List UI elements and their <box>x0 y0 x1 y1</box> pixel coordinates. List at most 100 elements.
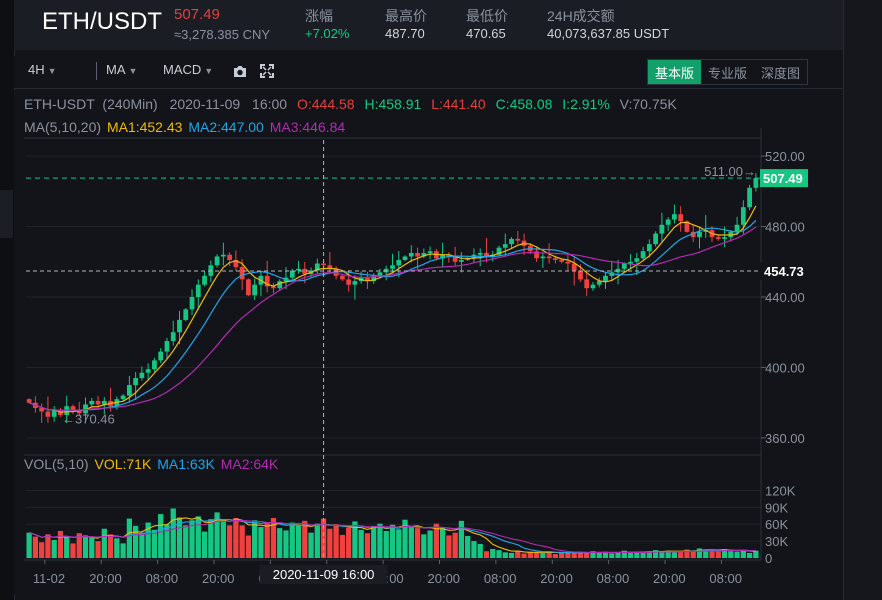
ma-legend-title: MA(5,10,20) <box>24 119 101 135</box>
vol-value: VOL:71K <box>94 456 151 472</box>
candle-body <box>139 372 145 379</box>
chevron-down-icon: ▼ <box>128 66 138 76</box>
volume-bar <box>728 551 734 558</box>
ma2-value: MA2:447.00 <box>188 119 264 135</box>
stat-label: 最低价 <box>466 8 508 24</box>
volume-bar <box>314 523 320 558</box>
volume-bar <box>233 518 239 558</box>
volume-bar <box>746 552 753 558</box>
volume-bar <box>133 525 139 558</box>
volume-bar <box>496 550 502 558</box>
volume-bar <box>508 552 515 558</box>
volume-tick-label: 90K <box>765 500 788 515</box>
chart-area[interactable]: ETH-USDT (240Min) 2020-11-09 16:00 O:444… <box>14 90 843 595</box>
volume-bar <box>659 551 665 558</box>
volume-bar <box>64 537 70 558</box>
volume-bar <box>95 541 101 558</box>
volume-bar <box>533 552 540 558</box>
volume-bar <box>183 525 189 558</box>
volume-bar <box>70 543 76 558</box>
info-date: 2020-11-09 <box>170 96 241 112</box>
volume-bar <box>333 524 339 558</box>
main-indicator-label: MA <box>106 62 126 77</box>
candle-body <box>239 267 245 280</box>
time-tick-label: 20:00 <box>428 571 461 586</box>
volume-bar <box>389 524 396 558</box>
low-annotation: ←370.46 <box>62 411 115 426</box>
vol-legend-title: VOL(5,10) <box>24 456 89 472</box>
volume-bar <box>671 552 678 558</box>
stat-change: 涨幅 +7.02% <box>305 6 349 41</box>
candle-body <box>603 275 608 282</box>
volume-bar <box>164 524 170 558</box>
volume-bar <box>39 542 45 558</box>
candle-body <box>678 214 684 222</box>
volume-bar <box>502 552 508 558</box>
candle-body <box>578 270 583 280</box>
volume-bar <box>101 528 107 558</box>
candle-body <box>352 281 358 285</box>
candle-body <box>246 279 251 296</box>
tab-basic[interactable]: 基本版 <box>648 60 702 84</box>
time-tick-label: 20:00 <box>202 571 235 586</box>
volume-bar <box>740 550 746 558</box>
time-tick-label: 08:00 <box>146 571 179 586</box>
volume-bar <box>471 541 477 558</box>
candle-body <box>734 224 740 232</box>
volume-bar <box>559 552 565 558</box>
chart-toolbar: 4H ▼ MA ▼ MACD ▼ 基本版 专业版 深度图 <box>14 56 843 89</box>
chart-mode-tabs: 基本版 专业版 深度图 <box>647 59 809 85</box>
volume-bar <box>170 508 176 558</box>
candle-body <box>559 260 565 262</box>
volume-tick-label: 60K <box>765 517 788 532</box>
left-panel-handle[interactable] <box>0 190 13 238</box>
candle-body <box>195 284 201 297</box>
volume-bar <box>734 551 740 558</box>
candle-body <box>252 284 258 296</box>
candle-body <box>26 399 32 403</box>
right-panel-strip <box>843 0 882 600</box>
candle-body <box>502 244 508 248</box>
volume-bar <box>302 520 308 558</box>
pair-symbol[interactable]: ETH/USDT <box>42 8 162 36</box>
volume-bar <box>427 530 433 558</box>
volume-bar <box>371 525 377 558</box>
tab-depth[interactable]: 深度图 <box>754 60 807 84</box>
info-open: O:444.58 <box>297 96 355 112</box>
candle-body <box>145 369 151 373</box>
volume-bar <box>89 537 95 558</box>
time-tick-label: 08:00 <box>709 571 742 586</box>
volume-bar <box>126 518 133 558</box>
time-tick-label: 20:00 <box>89 571 122 586</box>
volume-bar <box>615 552 621 558</box>
interval-select[interactable]: 4H ▼ <box>28 62 57 77</box>
volume-bar <box>465 536 471 558</box>
volume-bar <box>239 525 245 558</box>
chevron-down-icon: ▼ <box>47 66 57 76</box>
crosshair-time-label: 2020-11-09 16:00 <box>273 567 375 582</box>
price-tick-label: 520.00 <box>765 149 805 164</box>
stat-label: 涨幅 <box>305 8 333 24</box>
sub-indicator-select[interactable]: MACD ▼ <box>163 62 213 77</box>
volume-bar <box>339 534 346 558</box>
main-indicator-select[interactable]: MA ▼ <box>106 62 137 77</box>
candle-body <box>339 275 345 280</box>
info-volume: V:70.75K <box>620 96 678 112</box>
kline-chart[interactable]: ETH-USDT (240Min) 2020-11-09 16:00 O:444… <box>14 90 843 595</box>
volume-bar <box>45 534 51 558</box>
candle-body <box>553 258 558 261</box>
volume-bar <box>139 532 145 558</box>
candle-body <box>515 238 521 241</box>
volume-bar <box>51 539 57 558</box>
tab-pro[interactable]: 专业版 <box>701 60 754 84</box>
camera-icon[interactable] <box>232 63 248 79</box>
fullscreen-icon[interactable] <box>259 63 275 79</box>
current-price-label: 507.49 <box>763 171 803 186</box>
volume-bar <box>458 520 465 558</box>
volume-tick-label: 120K <box>765 483 796 498</box>
volume-bar <box>195 516 201 558</box>
info-high: H:458.91 <box>364 96 421 112</box>
stat-value: 40,073,637.85 USDT <box>547 26 670 41</box>
volume-bar <box>220 519 226 558</box>
volume-bar <box>609 553 615 558</box>
